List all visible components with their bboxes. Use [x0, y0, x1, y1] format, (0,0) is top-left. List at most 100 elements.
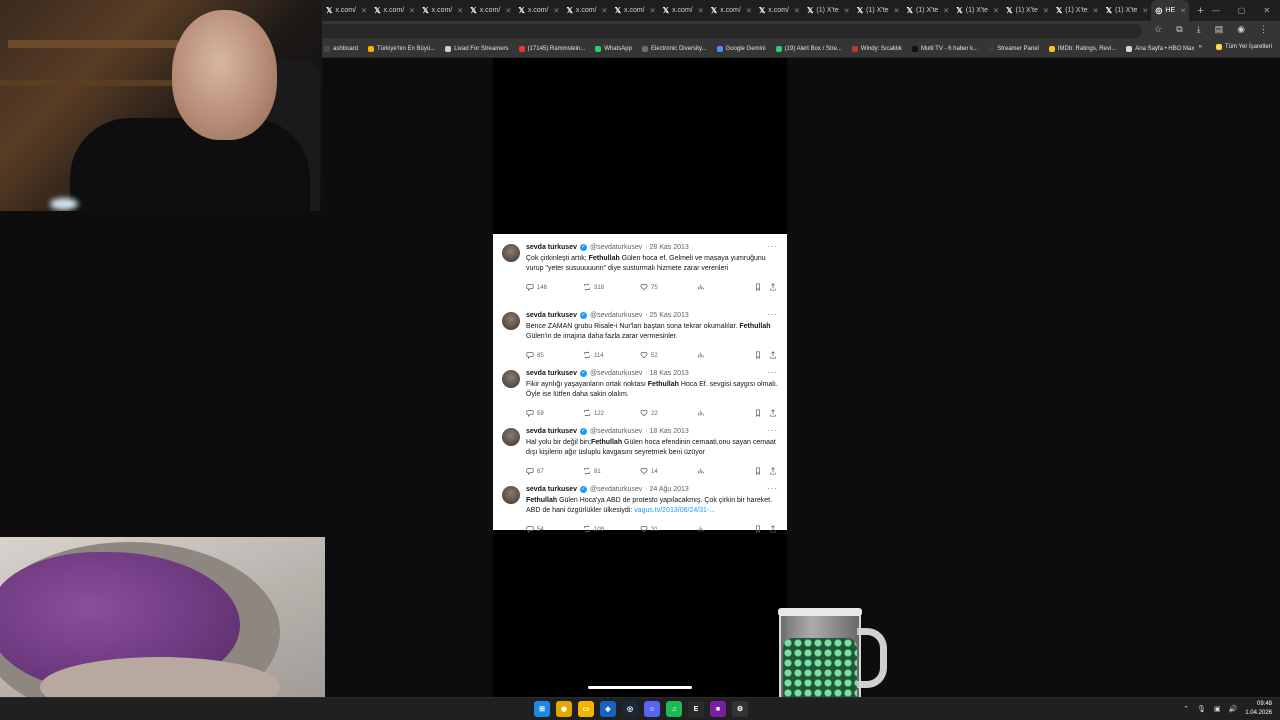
author-handle[interactable]: @sevdaturkusev — [590, 312, 642, 319]
bookmark-button[interactable] — [754, 351, 762, 361]
like-button[interactable]: 75 — [640, 283, 658, 293]
avatar[interactable] — [502, 370, 520, 388]
tweet[interactable]: sevda turkusev ✓ @sevdaturkusev · 24 Ağu 20… — [493, 480, 787, 538]
bookmark-item[interactable]: (17145) Rammstein... — [518, 46, 585, 52]
tweet-date[interactable]: · 28 Kas 2013 — [645, 244, 689, 251]
steam-icon[interactable]: ◎ — [622, 701, 638, 717]
retweet-button[interactable]: 318 — [583, 283, 604, 293]
epic-games-icon[interactable]: E — [688, 701, 704, 717]
bookmark-button[interactable] — [754, 283, 762, 293]
bookmark-button[interactable] — [754, 525, 762, 535]
tab-close-icon[interactable]: ✕ — [505, 7, 511, 15]
tab-close-icon[interactable]: ✕ — [361, 7, 367, 15]
browser-tab[interactable]: 𝕏x.com/ ✕ — [755, 0, 803, 21]
more-options-icon[interactable]: ··· — [767, 484, 778, 493]
bookmark-item[interactable]: Türkiye'nin En Büyü... — [368, 46, 435, 52]
avatar[interactable] — [502, 244, 520, 262]
tweet-link[interactable]: vagus.tv/2013/08/24/31-... — [634, 507, 715, 514]
share-button[interactable] — [769, 283, 777, 293]
more-options-icon[interactable]: ··· — [767, 368, 778, 377]
tweet-date[interactable]: · 18 Kas 2013 — [645, 428, 689, 435]
tab-close-icon[interactable]: ✕ — [844, 7, 850, 15]
author-name[interactable]: sevda turkusev — [526, 312, 577, 319]
share-button[interactable] — [769, 525, 777, 535]
tweet[interactable]: sevda turkusev ✓ @sevdaturkusev · 18 Kas 20… — [493, 364, 787, 422]
bookmark-item[interactable]: ashboard — [324, 46, 358, 52]
tab-close-icon[interactable]: ✕ — [894, 7, 900, 15]
tab-close-icon[interactable]: ✕ — [409, 7, 415, 15]
like-button[interactable]: 22 — [640, 409, 658, 419]
tab-close-icon[interactable]: ✕ — [1142, 7, 1148, 15]
views-button[interactable] — [697, 409, 705, 419]
browser-tab[interactable]: 𝕏x.com/ ✕ — [562, 0, 610, 21]
like-button[interactable]: 14 — [640, 467, 658, 477]
browser-tab[interactable]: 𝕏x.com/ ✕ — [707, 0, 755, 21]
more-options-icon[interactable]: ··· — [767, 242, 778, 251]
reply-button[interactable]: 59 — [526, 409, 544, 419]
tweet[interactable]: sevda turkusev ✓ @sevdaturkusev · 28 Kas 20… — [493, 238, 787, 296]
like-button[interactable]: 31 — [640, 525, 658, 535]
tab-close-icon[interactable]: ✕ — [650, 7, 656, 15]
retweet-button[interactable]: 122 — [583, 409, 604, 419]
browser-tab[interactable]: 𝕏x.com/ ✕ — [659, 0, 707, 21]
tab-close-icon[interactable]: ✕ — [993, 7, 999, 15]
browser-tab[interactable]: 𝕏x.com/ ✕ — [418, 0, 466, 21]
bookmark-item[interactable]: Livad For Streamers — [445, 46, 509, 52]
author-name[interactable]: sevda turkusev — [526, 486, 577, 493]
file-explorer-icon[interactable]: ▭ — [578, 701, 594, 717]
bookmark-item[interactable]: Streamer Panel — [988, 46, 1039, 52]
views-button[interactable] — [697, 467, 705, 477]
profile-icon[interactable]: ◉ — [1237, 24, 1245, 35]
retweet-button[interactable]: 114 — [583, 351, 604, 361]
more-options-icon[interactable]: ··· — [767, 426, 778, 435]
browser-tab[interactable]: 𝕏x.com/ ✕ — [370, 0, 418, 21]
star-icon[interactable]: ☆ — [1154, 24, 1162, 35]
tweet[interactable]: sevda turkusev ✓ @sevdaturkusev · 25 Kas 20… — [493, 306, 787, 364]
share-button[interactable] — [769, 351, 777, 361]
maximize-icon[interactable]: ▢ — [1238, 6, 1246, 15]
bookmark-item[interactable]: Google Gemini — [716, 46, 766, 52]
extensions-icon[interactable]: ⧉ — [1176, 24, 1182, 35]
tweet[interactable]: sevda turkusev ✓ @sevdaturkusev · 18 Kas 20… — [493, 422, 787, 480]
browser-tab[interactable]: 𝕏 (1) X'te ✕ — [903, 0, 953, 21]
bookmark-button[interactable] — [754, 409, 762, 419]
bookmark-item[interactable]: Ana Sayfa • HBO Max — [1126, 46, 1194, 52]
author-name[interactable]: sevda turkusev — [526, 428, 577, 435]
author-handle[interactable]: @sevdaturkusev — [590, 370, 642, 377]
reply-button[interactable]: 146 — [526, 283, 547, 293]
mic-icon[interactable]: 🎙 — [1197, 705, 1206, 713]
author-handle[interactable]: @sevdaturkusev — [590, 486, 642, 493]
tab-close-icon[interactable]: ✕ — [1093, 7, 1099, 15]
network-icon[interactable]: ▣ — [1214, 705, 1221, 713]
avatar[interactable] — [502, 312, 520, 330]
tab-close-icon[interactable]: ✕ — [602, 7, 608, 15]
reply-button[interactable]: 67 — [526, 467, 544, 477]
bookmark-button[interactable] — [754, 467, 762, 477]
tab-close-icon[interactable]: ✕ — [794, 7, 800, 15]
tab-close-icon[interactable]: ✕ — [698, 7, 704, 15]
clock[interactable]: 09:48 1.04.2026 — [1245, 700, 1272, 718]
download-icon[interactable]: ⤓ — [1197, 24, 1201, 35]
volume-icon[interactable]: 🔊 — [1229, 705, 1238, 713]
close-window-icon[interactable]: ✕ — [1263, 6, 1270, 15]
browser-tab[interactable]: 𝕏x.com/ ✕ — [611, 0, 659, 21]
share-button[interactable] — [769, 467, 777, 477]
bookmark-item[interactable]: (19) Alert Box / Stre... — [775, 46, 842, 52]
retweet-button[interactable]: 81 — [583, 467, 601, 477]
like-button[interactable]: 52 — [640, 351, 658, 361]
bookmark-item[interactable]: Multi TV - 6 haber k... — [911, 46, 978, 52]
browser-tab[interactable]: 𝕏x.com/ ✕ — [466, 0, 514, 21]
menu-icon[interactable]: ⋮ — [1259, 24, 1268, 35]
obs-icon[interactable]: ■ — [710, 701, 726, 717]
minimize-icon[interactable]: — — [1212, 6, 1220, 15]
settings-icon[interactable]: ⚙ — [732, 701, 748, 717]
tab-close-icon[interactable]: ✕ — [553, 7, 559, 15]
browser-tab[interactable]: 𝕏 (1) X'te ✕ — [1052, 0, 1102, 21]
browser-tab[interactable]: 𝕏 (1) X'te ✕ — [952, 0, 1002, 21]
bookmark-item[interactable]: Electronic Diversity... — [641, 46, 707, 52]
views-button[interactable] — [697, 351, 705, 361]
bookmarks-more-button[interactable]: » — [1199, 44, 1202, 50]
share-button[interactable] — [769, 409, 777, 419]
author-handle[interactable]: @sevdaturkusev — [590, 244, 642, 251]
omnibox[interactable] — [322, 24, 1142, 38]
